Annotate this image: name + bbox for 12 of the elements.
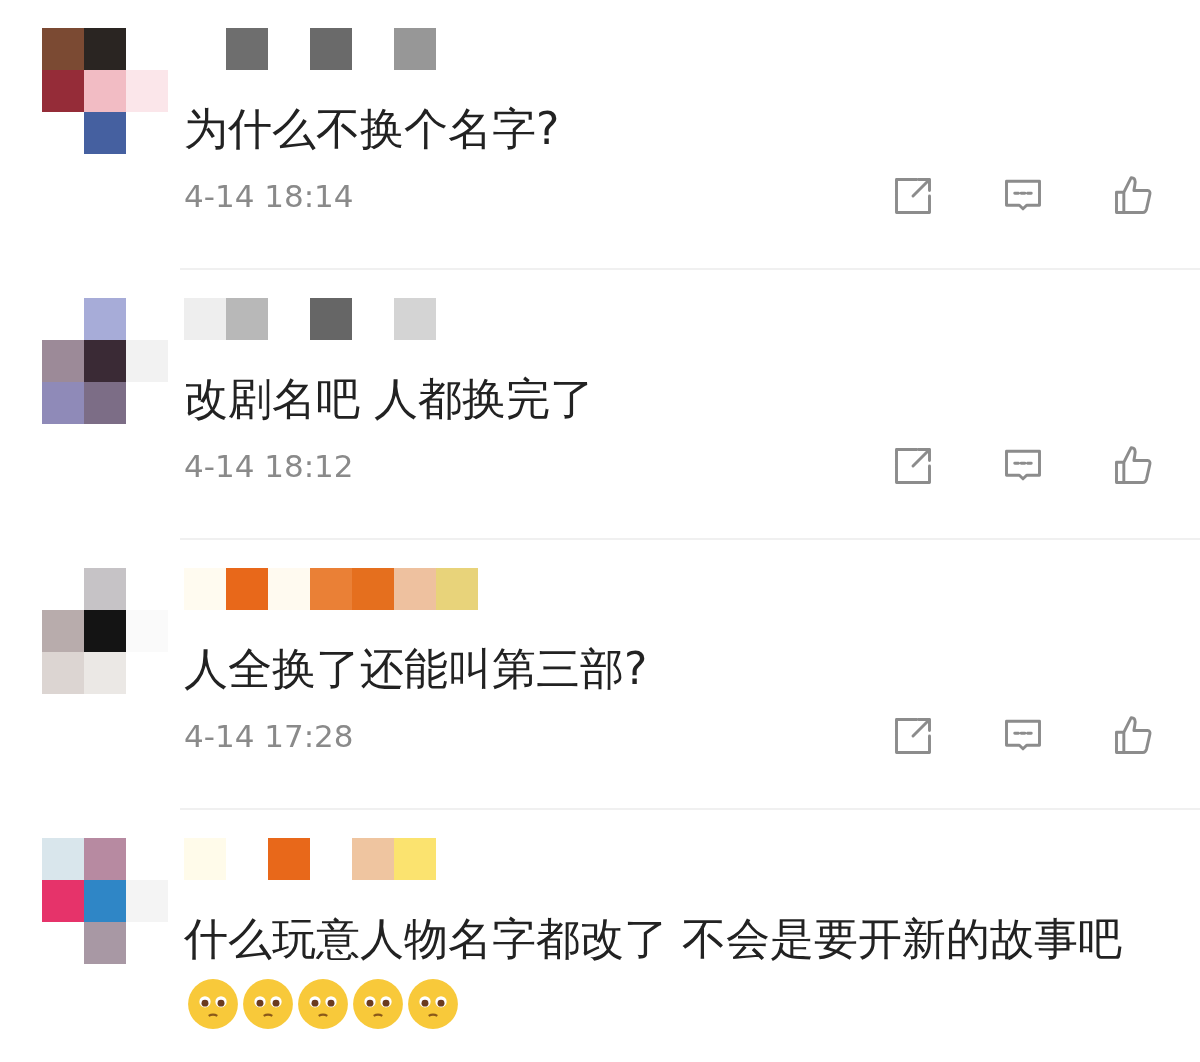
comment-text: 为什么不换个名字? (184, 102, 561, 156)
comment-text: 改剧名吧 人都换完了 (184, 372, 595, 426)
pleading-face-icon (352, 978, 404, 1030)
pleading-face-icon (297, 978, 349, 1030)
pleading-face-icon (242, 978, 294, 1030)
comment-time: 4-14 18:14 (184, 178, 355, 214)
comment-time: 4-14 17:28 (184, 718, 355, 754)
pleading-face-icon (187, 978, 239, 1030)
pleading-face-icon (407, 978, 459, 1030)
comment-text: 人全换了还能叫第三部? (184, 642, 649, 696)
comment-time: 4-14 18:12 (184, 448, 355, 484)
comment-text: 什么玩意人物名字都改了 不会是要开新的故事吧 (184, 906, 1144, 1038)
